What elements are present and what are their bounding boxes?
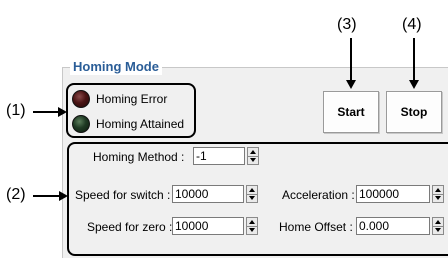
speed-for-zero-field[interactable]: 10000 (172, 217, 244, 235)
callout-3-arrow-line (350, 38, 352, 81)
homing-error-led-icon (72, 90, 90, 108)
spin-down-icon[interactable] (433, 195, 443, 203)
homing-attained-led-icon (72, 115, 90, 133)
callout-2: (2) (6, 186, 26, 203)
start-button[interactable]: Start (323, 91, 379, 133)
home-offset-label: Home Offset : (279, 220, 353, 234)
spin-up-icon[interactable] (248, 148, 258, 157)
home-offset-field[interactable]: 0.000 (356, 217, 430, 235)
home-offset-spinner[interactable] (432, 217, 444, 235)
spin-up-icon[interactable] (433, 186, 443, 195)
spin-up-icon[interactable] (247, 218, 257, 227)
callout-4: (4) (402, 16, 422, 33)
callout-1-arrow-line (33, 111, 59, 113)
acceleration-field[interactable]: 100000 (356, 185, 430, 203)
spin-up-icon[interactable] (433, 218, 443, 227)
callout-4-arrow-head (409, 80, 419, 89)
group-title: Homing Mode (70, 59, 162, 75)
stop-button[interactable]: Stop (386, 91, 442, 133)
acceleration-label: Acceleration : (282, 188, 355, 202)
callout-3: (3) (337, 16, 357, 33)
homing-error-label: Homing Error (96, 92, 168, 106)
callout-2-arrow-line (33, 195, 60, 197)
speed-for-switch-spinner[interactable] (246, 185, 258, 203)
homing-method-label: Homing Method : (93, 150, 185, 164)
spin-down-icon[interactable] (247, 227, 257, 235)
homing-method-field[interactable]: -1 (193, 147, 245, 165)
homing-method-spinner[interactable] (247, 147, 259, 165)
speed-for-switch-label: Speed for switch : (75, 188, 171, 202)
spin-down-icon[interactable] (248, 157, 258, 165)
speed-for-switch-field[interactable]: 10000 (172, 185, 244, 203)
spin-up-icon[interactable] (247, 186, 257, 195)
homing-attained-label: Homing Attained (96, 117, 185, 131)
speed-for-zero-label: Speed for zero : (87, 220, 173, 234)
spin-down-icon[interactable] (247, 195, 257, 203)
callout-1: (1) (6, 102, 26, 119)
callout-4-arrow-line (413, 38, 415, 81)
acceleration-spinner[interactable] (432, 185, 444, 203)
speed-for-zero-spinner[interactable] (246, 217, 258, 235)
spin-down-icon[interactable] (433, 227, 443, 235)
callout-3-arrow-head (346, 80, 356, 89)
